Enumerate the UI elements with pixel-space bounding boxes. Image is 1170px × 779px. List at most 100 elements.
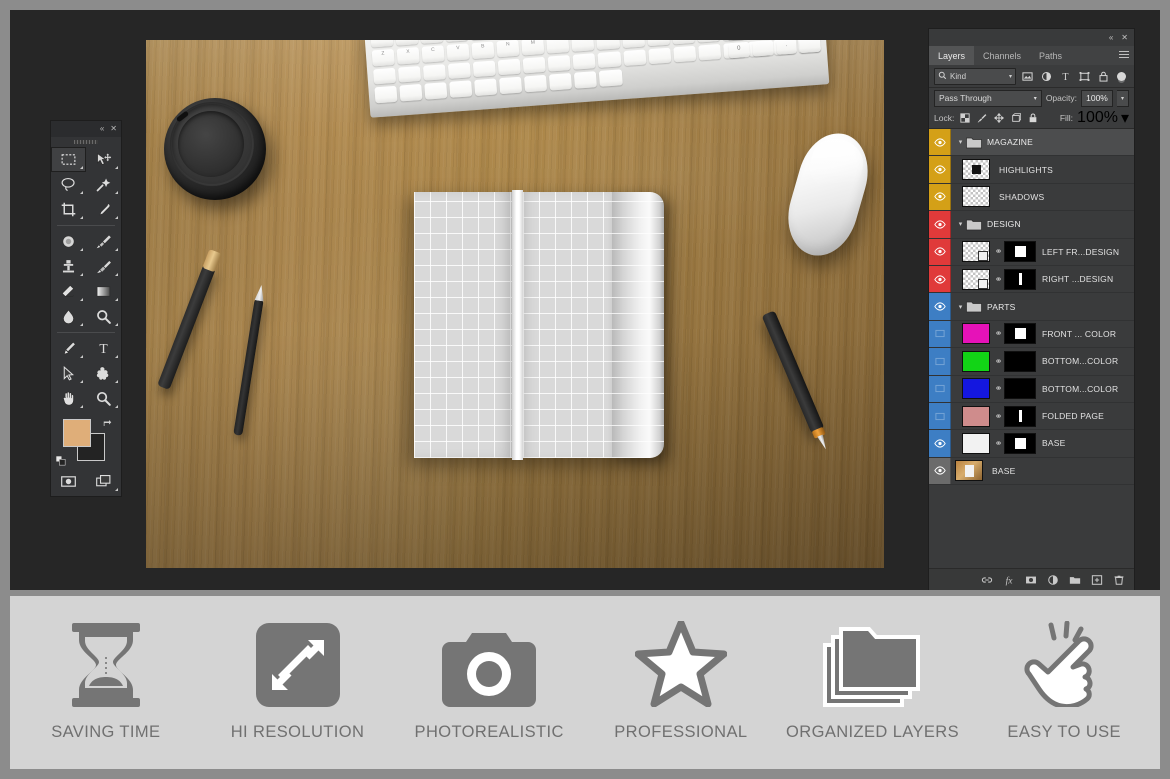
layer-row[interactable]: ⚭ FRONT ... COLOR: [929, 320, 1134, 349]
layer-mask-link-icon[interactable]: ⚭: [993, 356, 1004, 366]
layer-visibility-toggle[interactable]: [929, 156, 951, 183]
magic-wand-tool[interactable]: [86, 172, 121, 197]
lock-position-icon[interactable]: [992, 111, 1006, 125]
layer-mask-thumbnail[interactable]: [1004, 432, 1036, 454]
brush-tool[interactable]: [86, 229, 121, 254]
new-group-button[interactable]: [1068, 574, 1081, 587]
collapse-icon[interactable]: «: [1109, 33, 1113, 42]
layer-row[interactable]: ⚭ LEFT FR...DESIGN: [929, 238, 1134, 266]
layer-thumbnail[interactable]: [955, 460, 983, 482]
layer-row[interactable]: BASE: [929, 457, 1134, 486]
move-tool[interactable]: [86, 147, 121, 172]
layer-thumbnail[interactable]: [962, 378, 990, 400]
layer-mask-link-icon[interactable]: ⚭: [993, 329, 1004, 338]
delete-layer-button[interactable]: [1112, 574, 1125, 587]
layer-mask-link-icon[interactable]: ⚭: [993, 247, 1004, 256]
layer-visibility-toggle[interactable]: [929, 457, 951, 485]
tab-paths[interactable]: Paths: [1030, 46, 1071, 65]
hand-tool[interactable]: [51, 386, 86, 411]
layer-thumbnail[interactable]: [962, 405, 990, 427]
clone-stamp-tool[interactable]: [51, 254, 86, 279]
fill-input[interactable]: 100%: [1077, 109, 1118, 127]
spot-healing-brush-tool[interactable]: [51, 229, 86, 254]
layer-thumbnail[interactable]: [962, 323, 990, 345]
close-icon[interactable]: ✕: [110, 125, 117, 133]
eyedropper-tool[interactable]: [86, 197, 121, 222]
group-disclosure-icon[interactable]: ▾: [955, 138, 966, 146]
layer-thumbnail[interactable]: [962, 350, 990, 372]
shape-layer-filter-icon[interactable]: [1077, 69, 1092, 84]
crop-tool[interactable]: [51, 197, 86, 222]
layer-mask-thumbnail[interactable]: [1004, 323, 1036, 345]
layer-thumbnail[interactable]: [962, 241, 990, 263]
layer-mask-thumbnail[interactable]: [1004, 405, 1036, 427]
layer-style-button[interactable]: fx: [1002, 574, 1015, 587]
swap-colors-icon[interactable]: [103, 416, 112, 426]
layer-mask-thumbnail[interactable]: [1004, 241, 1036, 263]
layer-mask-link-icon[interactable]: ⚭: [993, 411, 1004, 421]
layer-mask-thumbnail[interactable]: [1004, 378, 1036, 400]
pen-tool[interactable]: [51, 336, 86, 361]
pixel-layer-filter-icon[interactable]: [1020, 69, 1035, 84]
layer-row[interactable]: ▾ PARTS: [929, 293, 1134, 321]
layer-mask-link-icon[interactable]: ⚭: [993, 274, 1004, 284]
blend-mode-select[interactable]: Pass Through ▾: [934, 89, 1042, 107]
filter-enable-toggle[interactable]: [1117, 71, 1126, 81]
layers-list[interactable]: ▾ MAGAZINE HIGHLIGHTS SHADOWS ▾ DESIGN ⚭ LEFT F…: [929, 129, 1134, 568]
group-disclosure-icon[interactable]: ▾: [955, 220, 966, 228]
lock-all-icon[interactable]: [1026, 111, 1040, 125]
layer-thumbnail[interactable]: [962, 268, 990, 290]
type-tool[interactable]: T: [86, 336, 121, 361]
layer-row[interactable]: ⚭ BASE: [929, 430, 1134, 458]
layer-row[interactable]: ▾ MAGAZINE: [929, 129, 1134, 157]
layer-mask-thumbnail[interactable]: [1004, 350, 1036, 372]
dodge-tool[interactable]: [86, 304, 121, 329]
custom-shape-tool[interactable]: [86, 361, 121, 386]
new-layer-button[interactable]: [1090, 574, 1103, 587]
add-layer-mask-button[interactable]: [1024, 574, 1037, 587]
lock-transparent-pixels-icon[interactable]: [958, 111, 972, 125]
layer-visibility-toggle[interactable]: [929, 375, 951, 402]
quick-mask-mode-icon[interactable]: [51, 469, 86, 494]
layer-row[interactable]: ⚭ BOTTOM...COLOR: [929, 348, 1134, 376]
document-canvas[interactable]: ZXCVBNM 456+1230.: [146, 40, 884, 568]
smart-object-filter-icon[interactable]: [1096, 69, 1111, 84]
layer-visibility-toggle[interactable]: [929, 129, 951, 156]
layer-row[interactable]: ⚭ BOTTOM...COLOR: [929, 375, 1134, 403]
layer-visibility-toggle[interactable]: [929, 293, 951, 320]
group-disclosure-icon[interactable]: ▾: [955, 303, 966, 311]
layer-thumbnail[interactable]: [962, 432, 990, 454]
tab-channels[interactable]: Channels: [974, 46, 1030, 65]
layer-thumbnail[interactable]: [962, 186, 990, 208]
tab-layers[interactable]: Layers: [929, 46, 975, 65]
layer-visibility-toggle[interactable]: [929, 265, 951, 293]
panel-menu-icon[interactable]: [1119, 51, 1129, 59]
eraser-tool[interactable]: [51, 279, 86, 304]
fill-stepper[interactable]: ▾: [1121, 108, 1129, 128]
gradient-tool[interactable]: [86, 279, 121, 304]
layer-mask-link-icon[interactable]: ⚭: [993, 438, 1004, 448]
layer-visibility-toggle[interactable]: [929, 211, 951, 238]
screen-mode-icon[interactable]: [86, 469, 121, 494]
layer-row[interactable]: ▾ DESIGN: [929, 211, 1134, 239]
adjustment-layer-filter-icon[interactable]: [1039, 69, 1054, 84]
zoom-tool[interactable]: [86, 386, 121, 411]
filter-kind-select[interactable]: Kind ▾: [934, 67, 1016, 85]
lasso-tool[interactable]: [51, 172, 86, 197]
new-fill-adjustment-button[interactable]: [1046, 574, 1059, 587]
type-layer-filter-icon[interactable]: T: [1058, 69, 1073, 84]
lock-image-pixels-icon[interactable]: [975, 111, 989, 125]
rectangular-marquee-tool[interactable]: [51, 147, 86, 172]
close-icon[interactable]: ✕: [1121, 33, 1128, 42]
lock-artboard-nesting-icon[interactable]: [1009, 111, 1023, 125]
layer-row[interactable]: SHADOWS: [929, 183, 1134, 212]
layer-row[interactable]: HIGHLIGHTS: [929, 156, 1134, 184]
link-layers-button[interactable]: [980, 574, 993, 587]
path-selection-tool[interactable]: [51, 361, 86, 386]
layer-visibility-toggle[interactable]: [929, 238, 951, 265]
layer-thumbnail[interactable]: [962, 159, 990, 181]
layer-mask-thumbnail[interactable]: [1004, 268, 1036, 290]
opacity-stepper[interactable]: ▾: [1117, 89, 1129, 107]
layer-visibility-toggle[interactable]: [929, 320, 951, 348]
blur-tool[interactable]: [51, 304, 86, 329]
